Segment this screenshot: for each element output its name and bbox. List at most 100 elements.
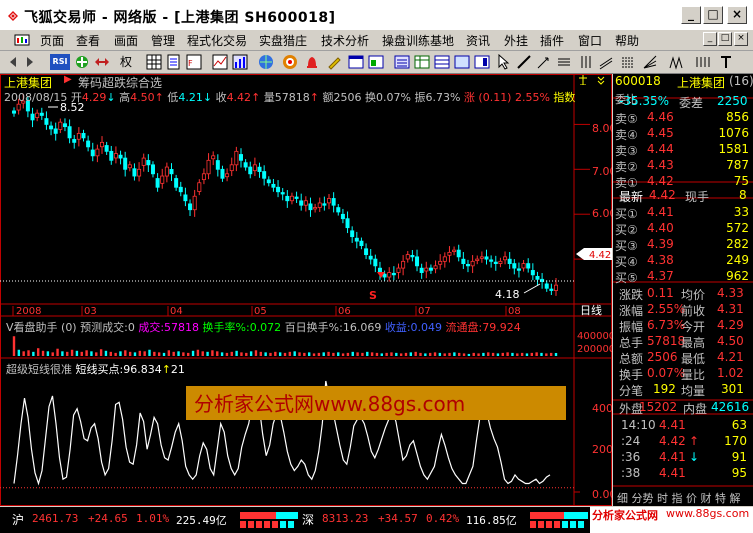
menu-item-page[interactable]: 页面 [40, 32, 64, 49]
maximize-button[interactable]: □ [703, 6, 723, 24]
date-axis-label: 07 [418, 306, 431, 317]
ask-row-label: 卖④ [615, 128, 638, 142]
fibonacci-tool-icon[interactable] [620, 54, 636, 70]
panel-icon[interactable] [474, 54, 490, 70]
info-change: 涨 (0.11) 2.55% [463, 91, 550, 104]
scroll-down-icon[interactable] [596, 75, 606, 85]
rights-adjust-button[interactable]: 权▼ [120, 54, 138, 84]
info-close-label: 收 [215, 91, 227, 104]
app-menu-icon[interactable] [14, 33, 30, 47]
menu-item-view[interactable]: 查看 [76, 32, 100, 49]
list-icon[interactable] [394, 54, 410, 70]
tick-time: :36 [621, 450, 641, 464]
chart-area[interactable]: 8.00 7.00 6.00 5.00 4.42 8.52 4.18 S 200… [0, 74, 612, 506]
line-tool-icon[interactable] [516, 54, 532, 70]
menu-item-screen[interactable]: 画面 [114, 32, 138, 49]
volume-bar [380, 353, 383, 356]
indicator-title[interactable]: 超级短线很准 [6, 363, 72, 376]
volume-bar [114, 352, 117, 356]
back-arrow-icon[interactable] [5, 54, 21, 70]
chart-canvas[interactable]: 8.00 7.00 6.00 5.00 4.42 8.52 4.18 S 200… [0, 74, 612, 506]
volume-bar [269, 352, 272, 356]
volume-bar [254, 350, 258, 356]
stat-label: 总额 [619, 352, 644, 366]
menu-item-plugins-ext[interactable]: 外挂 [504, 32, 528, 49]
candle-body [35, 112, 40, 118]
fan-tool-icon[interactable] [642, 54, 658, 70]
document-icon[interactable] [166, 54, 182, 70]
candle-body [178, 186, 183, 193]
mdi-minimize-button[interactable]: _ [703, 32, 717, 46]
menu-item-window[interactable]: 窗口 [578, 32, 602, 49]
mdi-close-button[interactable]: × [734, 32, 748, 46]
mdi-restore-button[interactable]: □ [718, 32, 732, 46]
close-button[interactable]: × [727, 6, 747, 24]
info-low-arrow: ↓ [202, 91, 213, 104]
minimize-button[interactable]: _ [681, 6, 701, 24]
candle-body [507, 258, 512, 264]
cycle-tool-icon[interactable] [668, 54, 684, 70]
menu-item-tech-analysis[interactable]: 技术分析 [321, 32, 369, 49]
candle-body [238, 154, 243, 161]
sz-amount: 116.85亿 [466, 514, 517, 527]
volume-bar [61, 351, 64, 356]
menu-item-news[interactable]: 资讯 [466, 32, 490, 49]
ad-banner[interactable]: 分析家公式网 www.88gs.com [590, 507, 753, 533]
vline-tool-icon[interactable] [578, 54, 594, 70]
quote-tabs[interactable]: 细 分势 时 指 价 财 特 解 [617, 490, 740, 506]
bid-row-label: 买③ [615, 239, 638, 253]
candle-body [100, 141, 105, 148]
info-low-label: 低 [167, 91, 179, 104]
text-tool-icon[interactable] [718, 54, 734, 70]
menu-item-help[interactable]: 帮助 [615, 32, 639, 49]
layout-icon[interactable] [348, 54, 364, 70]
table-icon[interactable] [414, 54, 430, 70]
candle-body [109, 150, 114, 161]
info-high-label: 高 [119, 91, 131, 104]
card-icon[interactable] [454, 54, 470, 70]
volume-bar [443, 353, 446, 356]
menu-item-training[interactable]: 操盘训练基地 [382, 32, 454, 49]
anchor-icon[interactable] [578, 75, 588, 85]
horizontal-arrows-icon[interactable] [94, 54, 110, 70]
rsi-button[interactable]: RSI [50, 54, 70, 70]
indicator-axis-label: 0.00 [592, 488, 612, 501]
candle-body [271, 183, 276, 188]
indicator-axis-label: 400.00 [592, 402, 612, 415]
formula-arrow-icon[interactable]: ▶ [64, 74, 72, 85]
ray-tool-icon[interactable] [536, 54, 552, 70]
channel-tool-icon[interactable] [598, 54, 614, 70]
grid-icon[interactable] [146, 54, 162, 70]
menu-item-program-trading[interactable]: 程式化交易 [187, 32, 247, 49]
bell-icon[interactable] [304, 54, 320, 70]
candle-body [30, 113, 35, 121]
target-icon[interactable] [282, 54, 298, 70]
f10-icon[interactable]: F [186, 54, 202, 70]
stat-label: 最低 [681, 352, 706, 366]
info-index-label[interactable]: 指数 [553, 91, 575, 104]
volume-panel-title[interactable]: V看盘助手 (0) [6, 321, 77, 334]
stats-icon[interactable] [232, 54, 248, 70]
cursor-arrow-icon[interactable] [496, 54, 512, 70]
globe-icon[interactable] [258, 54, 274, 70]
candle-body [382, 273, 387, 278]
volume-bar [448, 352, 451, 356]
date-axis-label: 05 [254, 306, 267, 317]
candle-body [479, 256, 484, 259]
bid-row-label: 买① [615, 207, 638, 221]
move-cross-icon[interactable] [74, 54, 90, 70]
quote-index: (16) [729, 74, 753, 88]
window-icon[interactable] [368, 54, 384, 70]
menu-item-live-hunt[interactable]: 实盘猎庄 [259, 32, 307, 49]
sheet-icon[interactable] [434, 54, 450, 70]
menu-item-addons[interactable]: 插件 [540, 32, 564, 49]
period-label[interactable]: 日线 [580, 303, 602, 317]
pencil-icon[interactable] [326, 54, 342, 70]
menu-item-manage[interactable]: 管理 [151, 32, 175, 49]
candle-body [387, 272, 392, 278]
bars-tool-icon[interactable] [694, 54, 710, 70]
forward-arrow-icon[interactable] [22, 54, 38, 70]
hline-tool-icon[interactable] [556, 54, 572, 70]
candle-body [266, 179, 271, 184]
chart-icon[interactable] [212, 54, 228, 70]
